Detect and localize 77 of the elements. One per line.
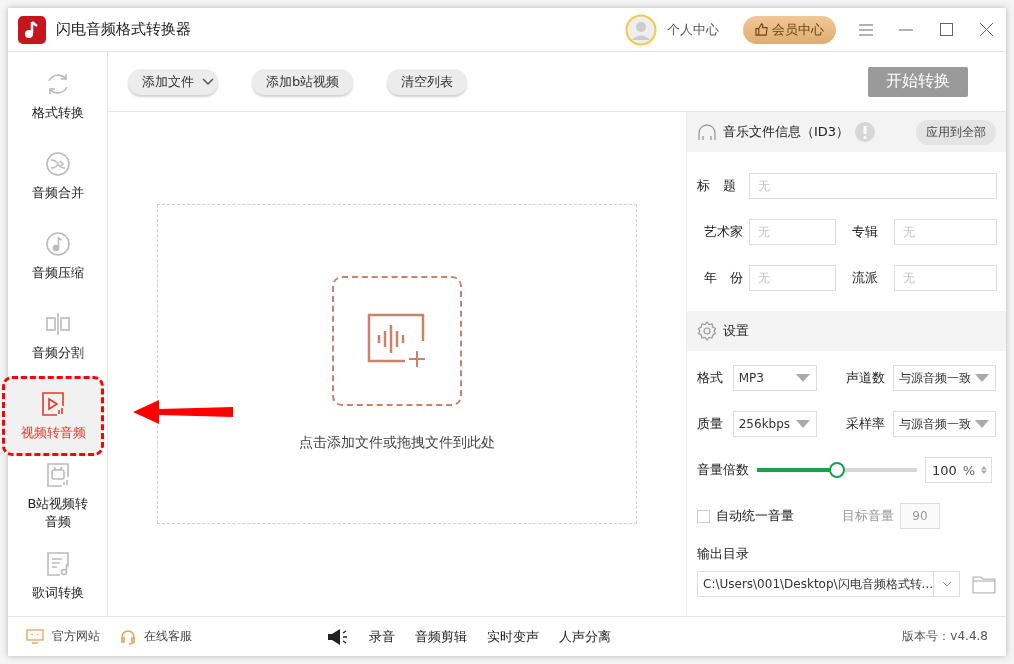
tool-link[interactable]: 录音: [369, 627, 396, 646]
field-label: 年 份: [702, 269, 744, 287]
section-title: 设置: [723, 322, 749, 340]
online-support-link[interactable]: 在线客服: [120, 628, 192, 645]
field-label: 音量倍数: [697, 461, 749, 479]
chevron-down-icon: [941, 581, 952, 587]
caret-icon: [796, 374, 811, 382]
checkbox-label: 自动统一音量: [716, 507, 794, 525]
user-center-link[interactable]: 个人中心: [667, 20, 719, 39]
headset-icon: [120, 628, 136, 645]
video-icon: [39, 390, 67, 418]
field-label: 艺术家: [702, 223, 744, 241]
maximize-icon: [939, 23, 953, 36]
add-file-button[interactable]: 添加文件: [128, 68, 218, 95]
field-label: 专辑: [851, 223, 879, 241]
app-logo: [18, 15, 46, 44]
monitor-icon: [26, 629, 44, 644]
avatar-icon: [625, 13, 657, 46]
artist-input[interactable]: 无: [749, 219, 836, 245]
folder-icon[interactable]: [972, 574, 996, 594]
sidebar-item[interactable]: 音频合并: [8, 136, 108, 216]
volume-spinbox[interactable]: 100 %: [925, 457, 992, 483]
sidebar-item[interactable]: 视频转音频: [2, 376, 104, 456]
album-input[interactable]: 无: [894, 219, 997, 245]
version-label: 版本号：v4.4.8: [902, 628, 988, 645]
field-label: 声道数: [844, 369, 886, 387]
caret-icon: [975, 374, 989, 382]
chevron-down-icon: [202, 77, 214, 86]
tool-link[interactable]: 实时变声: [487, 627, 540, 646]
menu-icon: [859, 23, 873, 36]
field-label: 质量: [697, 415, 724, 433]
clear-list-button[interactable]: 清空列表: [387, 68, 468, 95]
title-input[interactable]: 无: [749, 173, 997, 199]
output-path-select[interactable]: C:\Users\001\Desktop\闪电音频格式转...: [697, 571, 961, 597]
channels-select[interactable]: 与源音频一致: [892, 365, 996, 391]
field-label: 格式: [697, 369, 724, 387]
sidebar-item[interactable]: 音频分割: [8, 296, 108, 376]
drop-hint: 点击添加文件或拖拽文件到此处: [299, 434, 495, 452]
year-input[interactable]: 无: [749, 265, 836, 291]
headphones-icon: [697, 122, 717, 142]
volume-slider[interactable]: [757, 461, 917, 479]
checkbox[interactable]: [697, 509, 710, 523]
info-icon: [855, 122, 876, 142]
slider-thumb[interactable]: [829, 462, 845, 478]
add-audio-button[interactable]: [332, 276, 462, 406]
field-label: 输出目录: [697, 545, 750, 563]
sidebar-item[interactable]: B站视频转音频: [8, 456, 108, 536]
field-label: 采样率: [844, 415, 886, 433]
vip-center-button[interactable]: 会员中心: [743, 15, 836, 44]
official-site-link[interactable]: 官方网站: [26, 628, 100, 645]
close-icon: [979, 23, 993, 36]
field-label: 标 题: [697, 177, 737, 195]
sidebar-item[interactable]: 格式转换: [8, 56, 108, 136]
split-icon: [44, 310, 72, 338]
music-note-icon: [44, 230, 72, 258]
settings-icon: [697, 321, 717, 341]
lyrics-icon: [44, 550, 72, 578]
megaphone-icon: [327, 627, 350, 646]
window-title: 闪电音频格式转换器: [56, 20, 192, 39]
section-title: 音乐文件信息（ID3）: [723, 123, 850, 141]
caret-icon: [796, 420, 811, 428]
merge-icon: [44, 150, 72, 178]
tool-link[interactable]: 音频剪辑: [415, 627, 468, 646]
caret-icon: [975, 420, 989, 428]
sidebar-item[interactable]: 歌词转换: [8, 536, 108, 616]
thumbs-up-icon: [755, 23, 768, 36]
format-select[interactable]: MP3: [732, 365, 818, 391]
tv-icon: [44, 461, 72, 489]
quality-select[interactable]: 256kbps: [732, 411, 818, 437]
add-bilibili-video-button[interactable]: 添加b站视频: [252, 68, 354, 95]
apply-to-all-button[interactable]: 应用到全部: [916, 119, 996, 145]
tool-link[interactable]: 人声分离: [559, 627, 612, 646]
genre-input[interactable]: 无: [894, 265, 997, 291]
field-label: 目标音量: [842, 507, 894, 525]
sidebar-item[interactable]: 音频压缩: [8, 216, 108, 296]
field-label: 流派: [851, 269, 879, 287]
sample-rate-select[interactable]: 与源音频一致: [892, 411, 996, 437]
